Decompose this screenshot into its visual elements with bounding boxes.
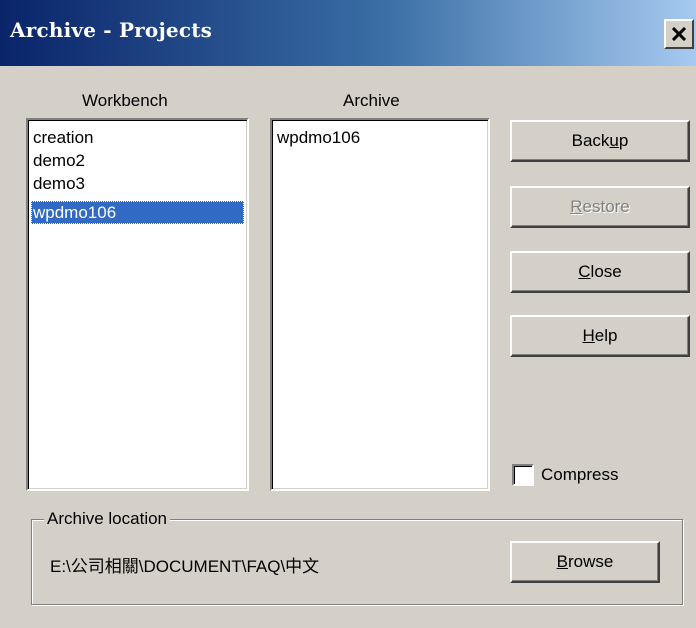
backup-label-pre: Back — [571, 131, 610, 150]
archive-projects-dialog: Archive - Projects Workbench creation de… — [0, 0, 696, 628]
browse-label-accel: B — [556, 552, 568, 571]
backup-label-accel: u — [609, 131, 619, 150]
archive-item-wpdmo106[interactable]: wpdmo106 — [277, 126, 360, 149]
archive-header: Archive — [343, 91, 400, 110]
restore-button[interactable]: Restore — [510, 186, 690, 228]
workbench-item-demo3[interactable]: demo3 — [33, 172, 85, 195]
compress-label[interactable]: Compress — [541, 465, 618, 485]
close-icon — [672, 27, 686, 41]
close-label-accel: C — [578, 262, 591, 281]
archive-location-legend: Archive location — [44, 509, 171, 529]
close-label-post: lose — [590, 262, 622, 281]
title-bar: Archive - Projects — [0, 0, 696, 66]
browse-label-post: rowse — [567, 552, 614, 571]
compress-checkbox[interactable] — [512, 464, 534, 486]
help-button[interactable]: Help — [510, 315, 690, 357]
browse-button[interactable]: Browse — [510, 541, 660, 583]
restore-label-accel: R — [570, 197, 583, 216]
workbench-item-creation[interactable]: creation — [33, 126, 93, 149]
backup-button[interactable]: Backup — [510, 120, 690, 162]
workbench-item-wpdmo106-selected[interactable]: wpdmo106 — [31, 201, 244, 224]
archive-location-path: E:\公司相關\DOCUMENT\FAQ\中文 — [50, 557, 320, 576]
backup-label-post: p — [618, 131, 629, 150]
help-label-accel: H — [582, 326, 595, 345]
window-title: Archive - Projects — [10, 18, 213, 42]
workbench-item-demo2[interactable]: demo2 — [33, 149, 85, 172]
restore-label-post: estore — [582, 197, 630, 216]
help-label-post: elp — [594, 326, 618, 345]
workbench-header: Workbench — [82, 91, 168, 110]
close-button[interactable]: Close — [510, 251, 690, 293]
workbench-listbox[interactable]: creation demo2 demo3 wpdmo106 — [26, 118, 249, 491]
close-window-button[interactable] — [664, 19, 694, 49]
archive-listbox[interactable]: wpdmo106 — [270, 118, 490, 491]
